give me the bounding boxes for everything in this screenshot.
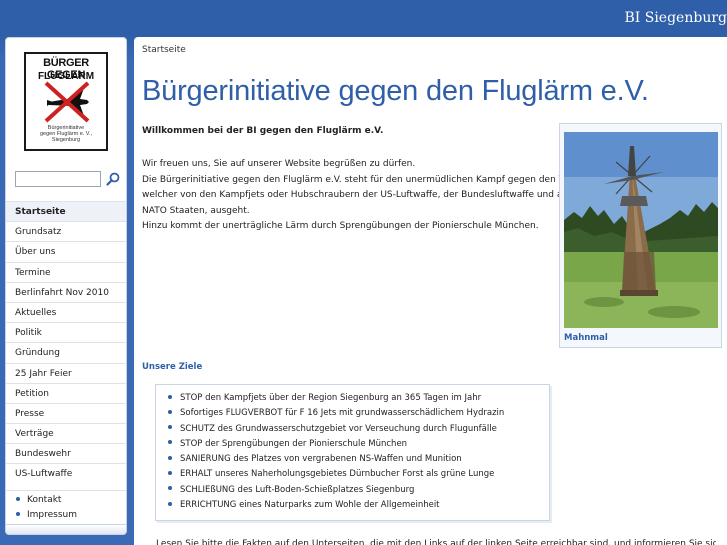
goals-box: STOP den Kampfjets über der Region Siege… xyxy=(155,384,550,521)
sidebar-item-label: Impressum xyxy=(27,510,78,520)
list-item: ERHALT unseres Naherholungsgebietes Dürn… xyxy=(168,467,549,482)
bullet-icon xyxy=(168,409,172,414)
logo-subtitle-line: Siegenburg xyxy=(51,137,81,143)
mahnmal-photo[interactable] xyxy=(564,132,718,328)
sidebar-item-ueber-uns[interactable]: Über uns xyxy=(6,241,126,261)
photo-caption[interactable]: Mahnmal xyxy=(564,333,608,343)
intro-line: NATO Staaten, ausgeht. xyxy=(142,205,250,216)
intro-line: Wir freuen uns, Sie auf unserer Website … xyxy=(142,159,416,169)
sidebar-footer xyxy=(6,524,126,534)
goal-text: STOP den Kampfjets über der Region Siege… xyxy=(180,393,482,403)
list-item: SANIERUNG des Platzes von vergrabenen NS… xyxy=(168,452,549,467)
sidebar-item-us-luftwaffe[interactable]: US-Luftwaffe xyxy=(6,463,126,483)
goals-heading: Unsere Ziele xyxy=(142,362,203,372)
sidebar-item-aktuelles[interactable]: Aktuelles xyxy=(6,301,126,322)
goal-text: STOP der Sprengübungen der Pionierschule… xyxy=(180,438,408,449)
bullet-icon xyxy=(168,470,172,475)
sidebar-item-startseite[interactable]: Startseite xyxy=(6,201,126,222)
list-item: SCHLIEßUNG des Luft-Boden-Schießplatzes … xyxy=(168,483,549,498)
sidebar-item-label: Kontakt xyxy=(27,495,62,505)
goal-text: ERRICHTUNG eines Naturparks zum Wohle de… xyxy=(180,500,440,511)
logo-subtitle: Bürgerinitiative gegen Fluglärm e. V., S… xyxy=(26,125,106,143)
cut-off-text: Lesen Sie bitte die Fakten auf den Unter… xyxy=(156,539,716,545)
goal-text: SCHLIEßUNG des Luft-Boden-Schießplatzes … xyxy=(180,484,415,495)
search-input[interactable] xyxy=(15,171,101,187)
site-title: BI Siegenburg xyxy=(624,10,727,26)
sidebar-item-grundsatz[interactable]: Grundsatz xyxy=(6,221,126,241)
list-item: STOP der Sprengübungen der Pionierschule… xyxy=(168,437,549,452)
intro-line: Die Bürgerinitiative gegen den Fluglärm … xyxy=(142,174,588,185)
bullet-icon xyxy=(168,486,172,491)
goal-text: ERHALT unseres Naherholungsgebietes Dürn… xyxy=(180,469,495,480)
bullet-icon xyxy=(168,455,172,460)
search-bar xyxy=(15,171,121,187)
sidebar-item-petition[interactable]: Petition xyxy=(6,382,126,403)
welcome-heading: Willkommen bei der BI gegen den Fluglärm… xyxy=(142,126,384,136)
crossed-jet-icon xyxy=(44,81,90,123)
bullet-icon xyxy=(168,501,172,506)
sidebar-item-25-jahr-feier[interactable]: 25 Jahr Feier xyxy=(6,362,126,383)
sidebar-item-kontakt[interactable]: Kontakt xyxy=(6,493,126,508)
sidebar-item-termine[interactable]: Termine xyxy=(6,261,126,282)
goals-list: STOP den Kampfjets über der Region Siege… xyxy=(156,385,549,513)
list-item: STOP den Kampfjets über der Region Siege… xyxy=(168,391,549,406)
mahnmal-image xyxy=(564,132,718,328)
sidebar-item-gruendung[interactable]: Gründung xyxy=(6,342,126,362)
intro-line: Hinzu kommt der unerträgliche Lärm durch… xyxy=(142,221,539,231)
sidebar-item-vertraege[interactable]: Verträge xyxy=(6,423,126,443)
goal-text: SCHUTZ des Grundwasserschutzgebiet vor V… xyxy=(180,423,497,434)
photo-frame: Mahnmal xyxy=(559,123,722,348)
intro-text: Wir freuen uns, Sie auf unserer Website … xyxy=(142,157,595,235)
bullet-icon xyxy=(168,440,172,445)
bullet-icon xyxy=(16,511,20,516)
sidebar-item-impressum[interactable]: Impressum xyxy=(6,508,126,523)
search-icon xyxy=(106,172,120,186)
sidebar: BÜRGER GEGEN FLUGLÄRM Bürgerinitiative g… xyxy=(5,37,127,535)
main-content: Startseite Bürgerinitiative gegen den Fl… xyxy=(134,37,727,545)
sidebar-subnav: Kontakt Impressum xyxy=(6,490,126,523)
page-title: Bürgerinitiative gegen den Fluglärm e.V. xyxy=(142,75,649,107)
intro-line: welcher von den Kampfjets oder Hubschrau… xyxy=(142,190,595,200)
list-item: Sofortiges FLUGVERBOT für F 16 Jets mit … xyxy=(168,406,549,421)
goal-text: Sofortiges FLUGVERBOT für F 16 Jets mit … xyxy=(180,408,505,419)
sidebar-nav: Startseite Grundsatz Über uns Termine Be… xyxy=(6,201,126,484)
breadcrumb[interactable]: Startseite xyxy=(142,45,186,55)
sidebar-item-presse[interactable]: Presse xyxy=(6,402,126,423)
list-item: SCHUTZ des Grundwasserschutzgebiet vor V… xyxy=(168,422,549,437)
sidebar-item-bundeswehr[interactable]: Bundeswehr xyxy=(6,443,126,463)
list-item: ERRICHTUNG eines Naturparks zum Wohle de… xyxy=(168,498,549,513)
logo[interactable]: BÜRGER GEGEN FLUGLÄRM Bürgerinitiative g… xyxy=(24,52,108,151)
goal-text: SANIERUNG des Platzes von vergrabenen NS… xyxy=(180,454,462,465)
bullet-icon xyxy=(168,394,172,399)
sidebar-item-politik[interactable]: Politik xyxy=(6,322,126,342)
sidebar-item-berlinfahrt[interactable]: Berlinfahrt Nov 2010 xyxy=(6,281,126,302)
search-button[interactable] xyxy=(105,171,121,187)
bullet-icon xyxy=(16,496,20,501)
bullet-icon xyxy=(168,425,172,430)
